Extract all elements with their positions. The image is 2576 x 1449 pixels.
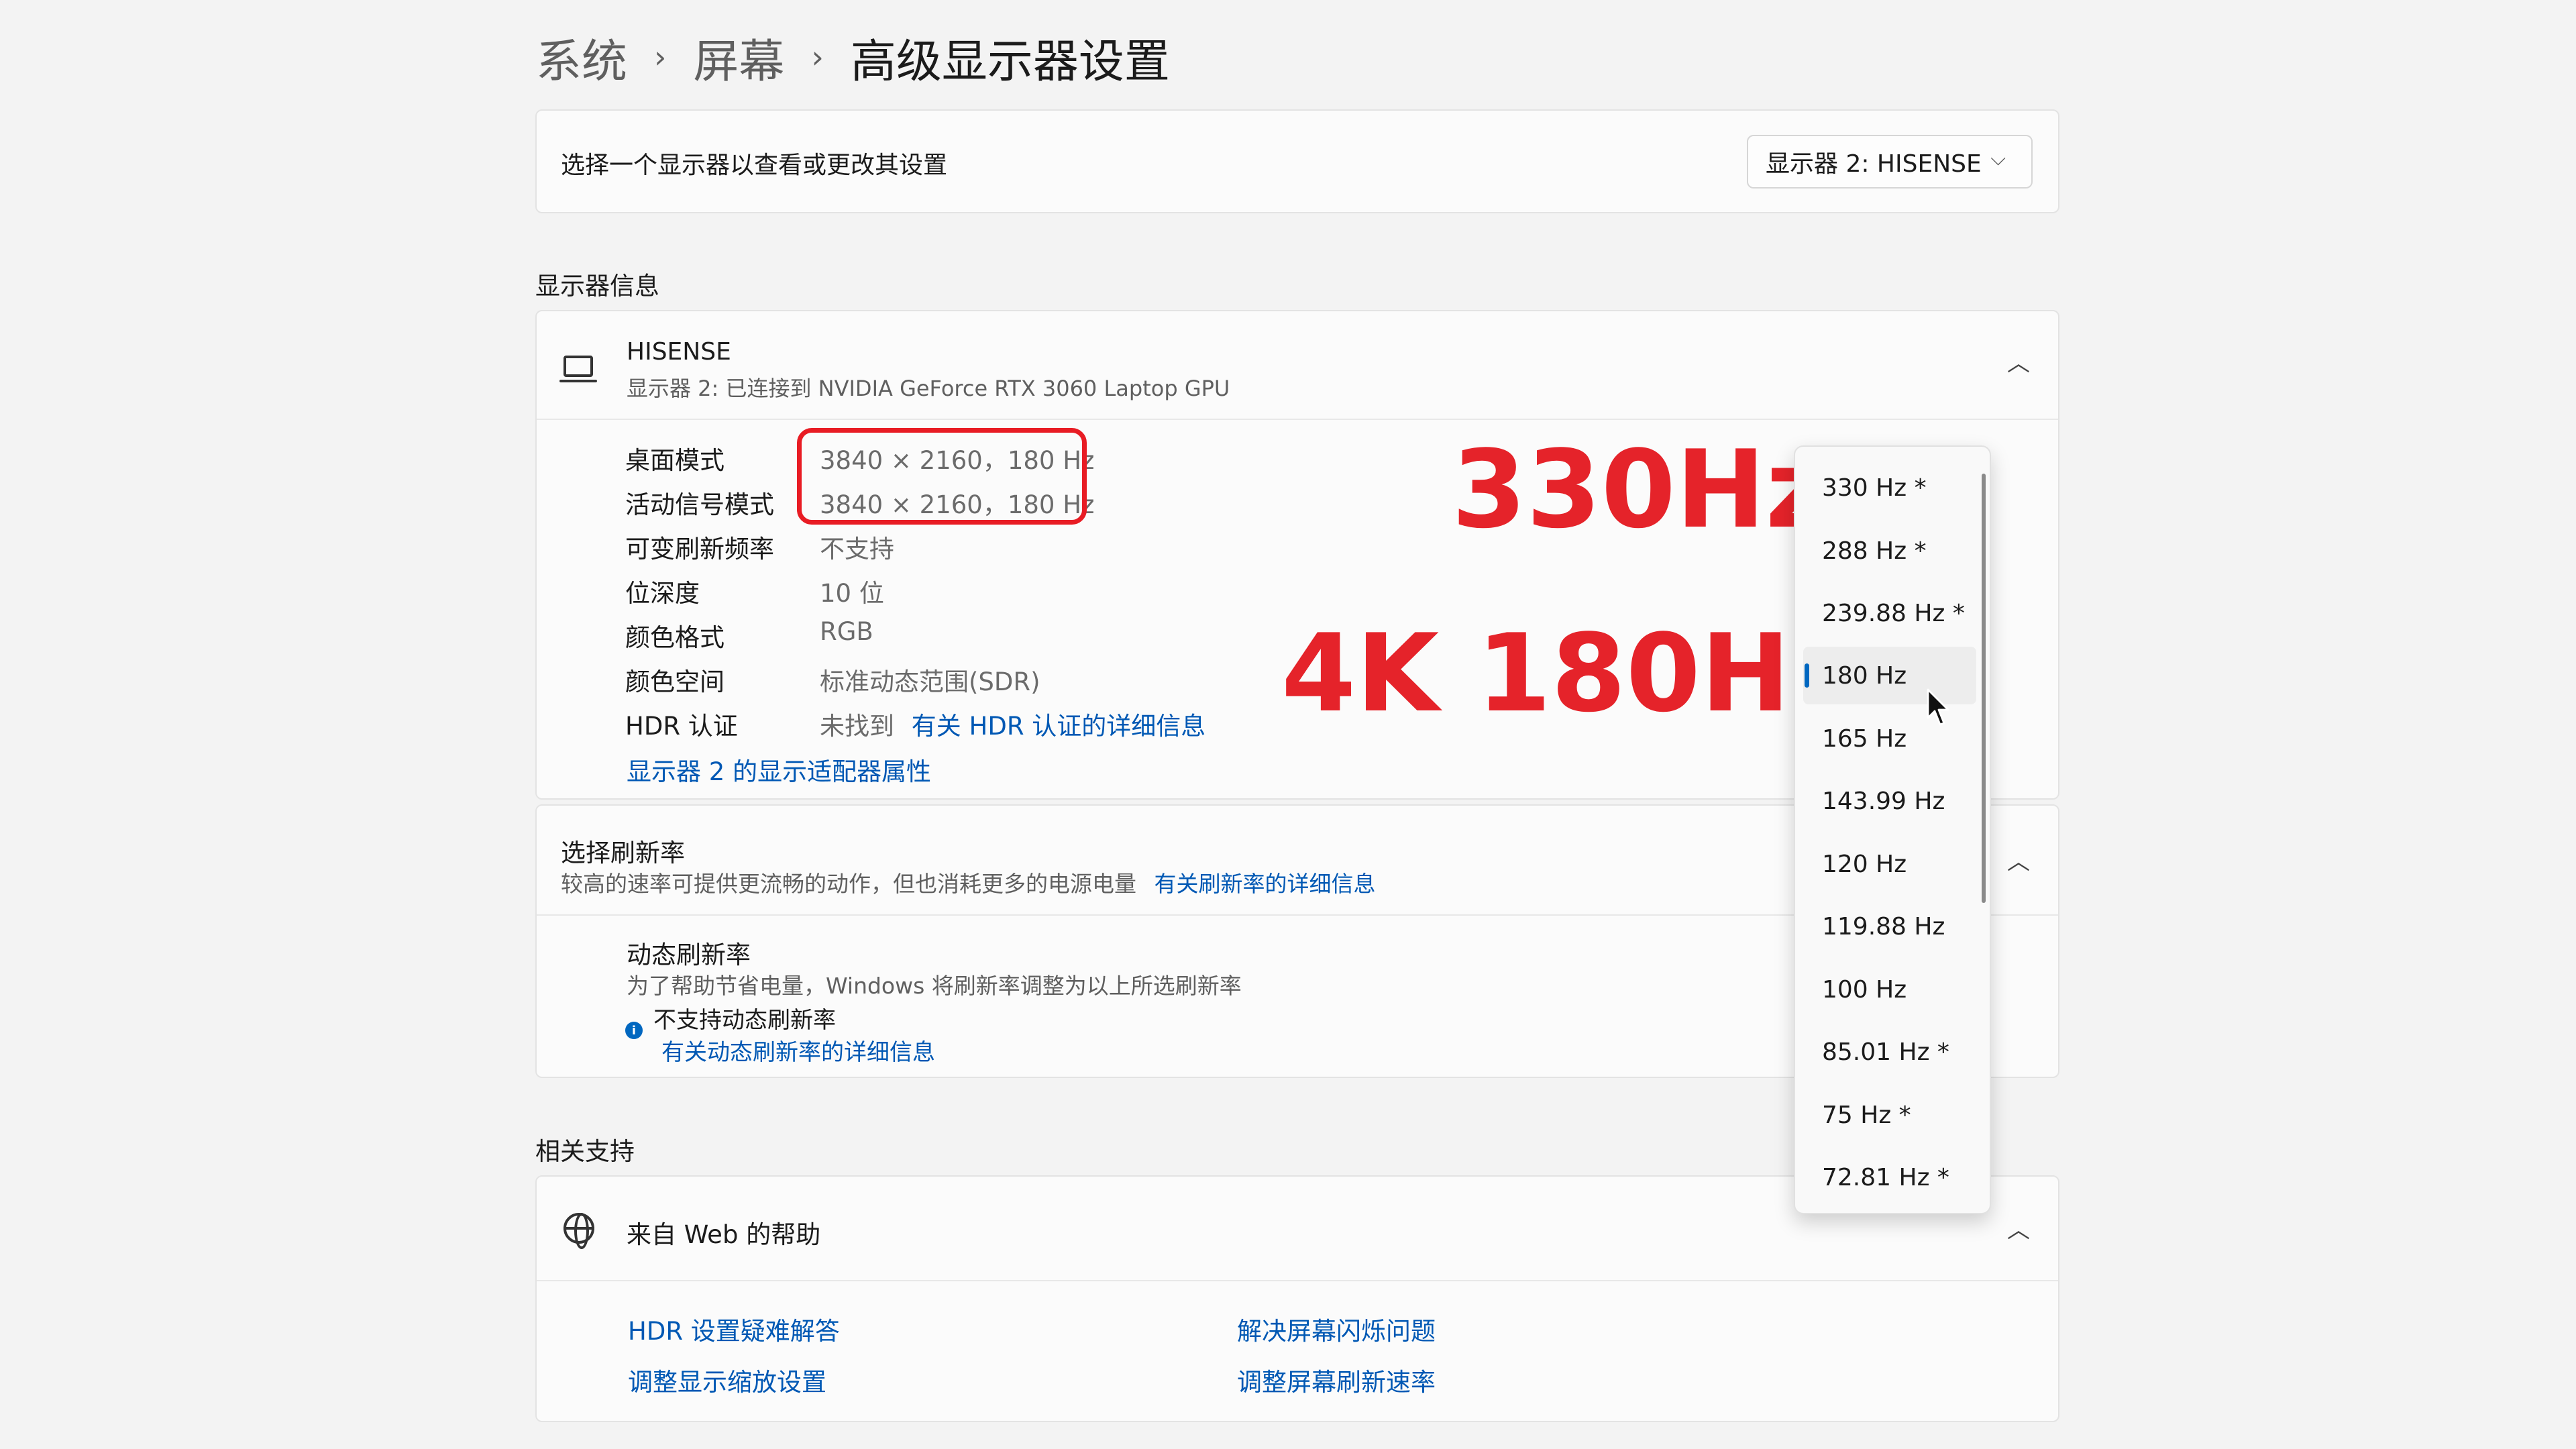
refresh-rate-title: 选择刷新率 xyxy=(561,839,685,867)
info-icon: i xyxy=(625,1022,643,1039)
breadcrumb-display[interactable]: 屏幕 xyxy=(693,24,784,91)
page-title: 高级显示器设置 xyxy=(850,35,1170,89)
dynamic-refresh-desc: 为了帮助节省电量，Windows 将刷新率调整为以上所选刷新率 xyxy=(627,973,1242,999)
refresh-rate-desc-text: 较高的速率可提供更流畅的动作，但也消耗更多的电源电量 xyxy=(561,871,1136,897)
info-label-color-space: 颜色空间 xyxy=(625,667,724,696)
refresh-rate-adjust-link[interactable]: 调整屏幕刷新速率 xyxy=(1237,1362,1436,1398)
refresh-rate-link[interactable]: 有关刷新率的详细信息 xyxy=(1155,871,1376,897)
monitor-icon xyxy=(559,356,597,382)
chevron-down-icon: ⌵ xyxy=(1990,147,2006,170)
info-label-signal-mode: 活动信号模式 xyxy=(625,490,774,519)
mouse-cursor-icon xyxy=(1927,688,1949,726)
display-info-section-title: 显示器信息 xyxy=(535,272,659,301)
info-value-color-space: 标准动态范围(SDR) xyxy=(820,667,1040,696)
display-select-value: 显示器 2: HISENSE xyxy=(1766,150,1982,178)
display-select-dropdown[interactable]: 显示器 2: HISENSE ⌵ xyxy=(1747,135,2033,189)
selection-indicator xyxy=(1805,663,1809,688)
info-label-hdr: HDR 认证 xyxy=(625,712,738,741)
annotation-red-box xyxy=(797,428,1087,525)
refresh-option-120[interactable]: 120 Hz xyxy=(1795,835,1976,893)
hdr-cert-link[interactable]: 有关 HDR 认证的详细信息 xyxy=(912,712,1206,741)
breadcrumb: 系统 › 屏幕 › 高级显示器设置 xyxy=(536,20,1170,94)
info-value-vrr: 不支持 xyxy=(820,535,894,564)
info-label-bit-depth: 位深度 xyxy=(625,579,700,608)
monitor-name: HISENSE xyxy=(627,338,731,366)
select-display-label: 选择一个显示器以查看或更改其设置 xyxy=(561,152,948,179)
select-display-card: 选择一个显示器以查看或更改其设置 显示器 2: HISENSE ⌵ xyxy=(535,109,2059,213)
refresh-option-239[interactable]: 239.88 Hz * xyxy=(1795,584,1976,642)
info-value-hdr: 未找到 有关 HDR 认证的详细信息 xyxy=(820,706,1205,742)
refresh-option-100[interactable]: 100 Hz xyxy=(1795,961,1976,1018)
hdr-not-found: 未找到 xyxy=(820,712,894,741)
display-scaling-link[interactable]: 调整显示缩放设置 xyxy=(628,1362,826,1398)
annotation-4k-180hz: 4K 180Hz xyxy=(1281,610,1854,736)
breadcrumb-chevron-icon: › xyxy=(811,39,824,75)
refresh-rate-flyout: 330 Hz * 288 Hz * 239.88 Hz * 180 Hz 165… xyxy=(1794,445,1991,1214)
refresh-option-288[interactable]: 288 Hz * xyxy=(1795,522,1976,580)
related-section-title: 相关支持 xyxy=(535,1137,635,1166)
web-help-title: 来自 Web 的帮助 xyxy=(627,1220,821,1249)
monitor-subtitle: 显示器 2: 已连接到 NVIDIA GeForce RTX 3060 Lapt… xyxy=(627,376,1230,401)
refresh-option-330[interactable]: 330 Hz * xyxy=(1795,459,1976,517)
divider xyxy=(537,1280,2058,1281)
divider xyxy=(537,419,2058,420)
hdr-troubleshoot-link[interactable]: HDR 设置疑难解答 xyxy=(628,1311,840,1347)
refresh-option-85[interactable]: 85.01 Hz * xyxy=(1795,1023,1976,1081)
refresh-rate-desc: 较高的速率可提供更流畅的动作，但也消耗更多的电源电量 有关刷新率的详细信息 xyxy=(561,866,1376,898)
dynamic-refresh-link[interactable]: 有关动态刷新率的详细信息 xyxy=(661,1034,935,1067)
info-value-color-format: RGB xyxy=(820,617,873,646)
screen-flicker-link[interactable]: 解决屏幕闪烁问题 xyxy=(1237,1311,1436,1347)
breadcrumb-system[interactable]: 系统 xyxy=(536,24,627,91)
breadcrumb-chevron-icon: › xyxy=(654,39,667,75)
refresh-option-119[interactable]: 119.88 Hz xyxy=(1795,898,1976,955)
info-value-bit-depth: 10 位 xyxy=(820,579,884,608)
info-label-color-format: 颜色格式 xyxy=(625,623,724,652)
info-label-vrr: 可变刷新频率 xyxy=(625,535,774,564)
dynamic-refresh-status: 不支持动态刷新率 xyxy=(653,1007,836,1034)
chevron-up-icon[interactable]: ︿ xyxy=(2007,843,2030,876)
flyout-scrollbar[interactable] xyxy=(1982,474,1986,903)
chevron-up-icon[interactable]: ︿ xyxy=(2007,345,2030,378)
adapter-properties-link[interactable]: 显示器 2 的显示适配器属性 xyxy=(627,751,931,788)
dynamic-refresh-title: 动态刷新率 xyxy=(627,941,751,969)
globe-icon xyxy=(564,1213,594,1249)
annotation-330hz: 330Hz xyxy=(1452,427,1829,552)
refresh-option-75[interactable]: 75 Hz * xyxy=(1795,1086,1976,1144)
info-label-desktop-mode: 桌面模式 xyxy=(625,446,724,475)
refresh-option-72[interactable]: 72.81 Hz * xyxy=(1795,1148,1976,1206)
refresh-option-143[interactable]: 143.99 Hz xyxy=(1795,772,1976,830)
chevron-up-icon[interactable]: ︿ xyxy=(2007,1212,2030,1244)
